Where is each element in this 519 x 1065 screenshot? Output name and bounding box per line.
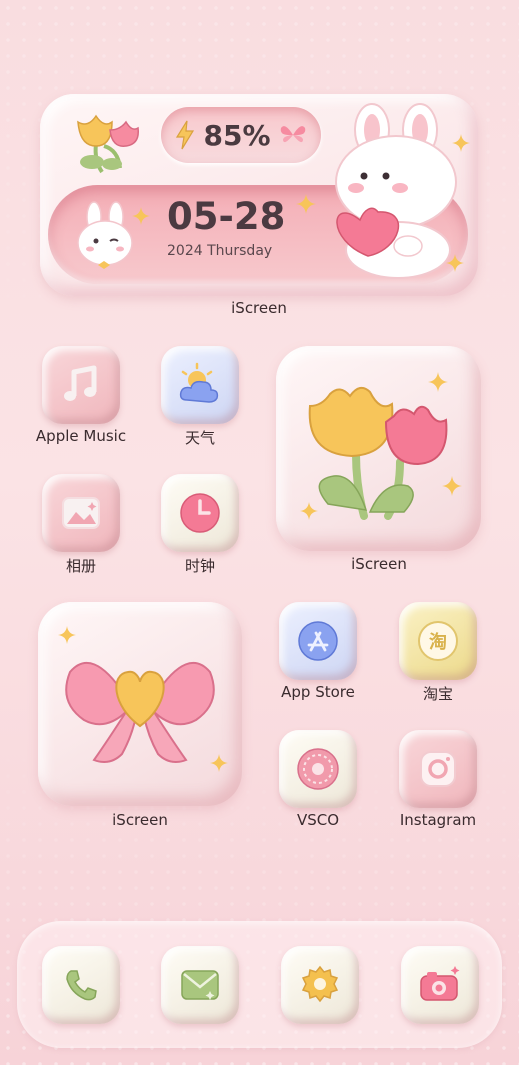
phone-icon (66, 970, 97, 1001)
settings-icon (301, 965, 339, 1003)
tulip-widget[interactable] (276, 346, 481, 551)
weather-icon (179, 362, 219, 403)
battery-date-widget[interactable]: 85% 05-28 2024 Thursday (40, 94, 478, 296)
app-store-label: App Store (281, 683, 355, 701)
photo-icon (62, 497, 100, 529)
bow-heart-icon (65, 661, 215, 763)
battery-percentage: 85% (203, 118, 271, 152)
sparkle-icon (428, 372, 448, 392)
taobao-icon: 淘 (418, 621, 458, 661)
butterfly-icon (280, 126, 305, 143)
weather-app[interactable] (161, 346, 239, 424)
instagram-label: Instagram (399, 811, 477, 829)
apple-music-app[interactable] (42, 346, 120, 424)
widget-label: iScreen (231, 299, 287, 317)
bow-widget-label: iScreen (112, 811, 168, 829)
messages-app[interactable] (161, 946, 239, 1024)
sparkle-icon (58, 626, 76, 644)
photos-label: 相册 (65, 557, 97, 575)
settings-app[interactable] (281, 946, 359, 1024)
app-store-icon (298, 621, 338, 661)
clock-label: 时钟 (184, 557, 216, 575)
app-store-app[interactable] (279, 602, 357, 680)
taobao-app[interactable]: 淘 (399, 602, 477, 680)
instagram-app[interactable] (399, 730, 477, 808)
sparkle-icon (210, 754, 228, 772)
year-weekday: 2024 Thursday (167, 243, 273, 259)
sparkle-icon (300, 502, 318, 520)
lightning-icon (176, 120, 195, 150)
messages-icon (181, 970, 219, 1000)
camera-icon (420, 966, 460, 1001)
clock-icon (180, 493, 220, 533)
weather-label: 天气 (184, 429, 216, 447)
vsco-icon (297, 748, 339, 790)
clock-app[interactable] (161, 474, 239, 552)
tulip-icon (308, 386, 448, 520)
battery-pill: 85% (161, 107, 321, 163)
sparkle-icon (446, 254, 464, 272)
vsco-label: VSCO (296, 811, 340, 829)
music-note-icon (64, 365, 97, 401)
bow-widget[interactable] (38, 602, 242, 806)
phone-app[interactable] (42, 946, 120, 1024)
taobao-glyph: 淘 (429, 632, 447, 653)
taobao-label: 淘宝 (422, 685, 454, 703)
camera-app[interactable] (401, 946, 479, 1024)
tulip-widget-label: iScreen (351, 555, 407, 573)
photos-app[interactable] (42, 474, 120, 552)
vsco-app[interactable] (279, 730, 357, 808)
instagram-icon (420, 751, 456, 787)
apple-music-label: Apple Music (35, 427, 127, 445)
sparkle-icon (296, 194, 316, 214)
sparkle-icon (442, 476, 462, 496)
sparkle-icon (132, 207, 150, 225)
date-display: 05-28 (167, 195, 286, 238)
tulip-sticker-icon (77, 114, 139, 174)
sparkle-icon (452, 134, 470, 152)
